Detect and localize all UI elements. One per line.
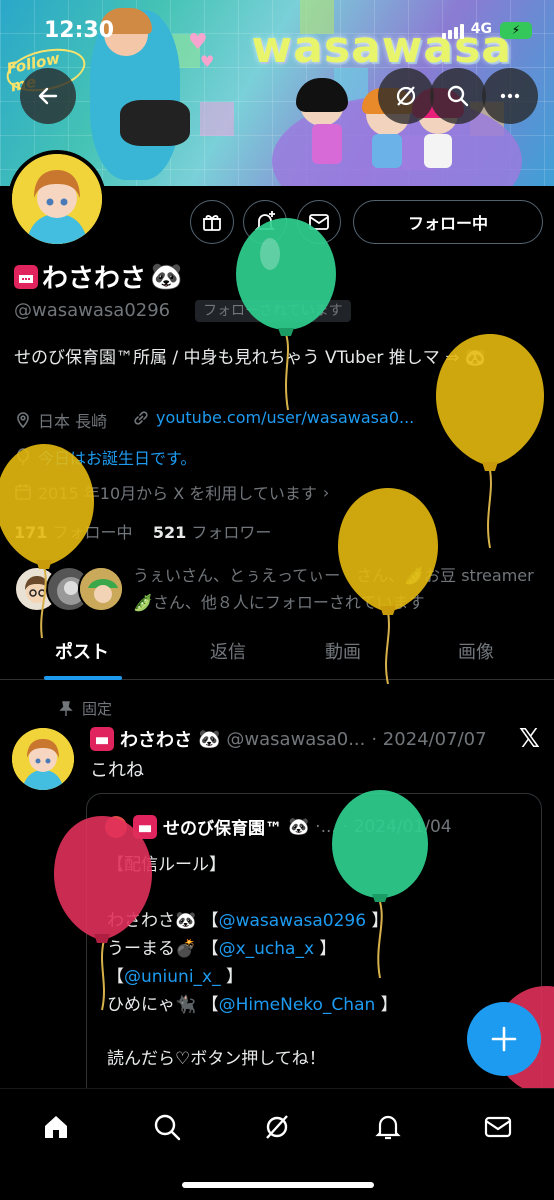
red-balloon [54,816,152,1011]
search-icon [447,85,469,107]
quote-line: 読んだら♡ボタン押してね！ [107,1044,326,1069]
yellow-balloon [436,334,544,549]
post-author-handle: @wasawasa0... [226,728,366,750]
gift-button[interactable] [190,200,234,244]
mail-icon [484,1116,512,1138]
chevron-right-icon: › [322,482,330,502]
post-avatar[interactable] [12,728,74,790]
nav-search[interactable] [147,1107,187,1147]
pinned-text: 固定 [82,700,113,718]
more-button[interactable] [482,68,538,124]
quoted-post[interactable]: せのび保育園™ 🐼 ·... · 2024/01/04 【配信ルール】 わさわさ… [86,793,542,1113]
following-button[interactable]: フォロー中 [353,200,543,244]
panda-emoji-icon: 🐼 [288,816,310,837]
nav-grok[interactable] [257,1107,297,1147]
grok-button[interactable] [378,68,434,124]
yellow-balloon [338,488,438,684]
status-bar: 12:30 4G ⚡ [0,0,554,62]
more-icon [500,93,520,99]
green-balloon [332,790,428,979]
quote-author-name: せのび保育園™ [163,819,282,839]
quote-line-text: 読んだら♡ボタン押してね！ [107,1049,326,1069]
followers-label: フォロワー [191,523,272,542]
location-text: 日本 長崎 [38,412,108,431]
location-pin-icon [17,412,29,429]
back-button[interactable] [20,68,76,124]
active-tab-indicator [44,676,122,680]
tab-media[interactable]: 画像 [458,638,494,664]
mention-link[interactable]: @HimeNeko_Chan [219,995,376,1015]
gift-icon [203,215,221,231]
quote-line-tail: 】 [220,967,244,987]
bell-icon [375,1115,401,1140]
nav-notifications[interactable] [368,1107,408,1147]
status-time: 12:30 [44,18,115,43]
post-author-name[interactable]: わさわさ [120,726,192,752]
back-arrow-icon [38,87,58,105]
battery-icon: ⚡ [500,22,532,39]
grok-icon [266,1115,288,1139]
home-indicator [182,1182,374,1188]
pinned-label: 固定 [58,698,112,719]
avatar-illustration [12,154,102,244]
followers-count: 521 [152,523,187,542]
followers-link[interactable]: 521 フォロワー [153,523,272,542]
panda-emoji-icon: 🐼 [198,728,221,750]
calendar-emoji-icon [14,264,38,289]
profile-handle: @wasawasa0296 [14,300,171,321]
profile-avatar[interactable] [8,150,106,248]
mention-link[interactable]: @x_ucha_x [219,939,314,959]
x-logo-icon: 𝕏 [519,724,540,754]
profile-name: わさわさ 🐼 [14,258,182,295]
signal-icon [442,24,464,39]
nav-messages[interactable] [478,1107,518,1147]
profile-location: 日本 長崎 [14,408,107,432]
home-icon [45,1116,67,1138]
search-button[interactable] [430,68,486,124]
profile-name-text: わさわさ [42,264,147,294]
green-balloon [236,218,336,411]
quote-line-tail: 】 [375,995,398,1015]
pin-icon [59,700,73,716]
yellow-balloon [0,444,94,639]
search-icon [154,1114,181,1141]
panda-emoji-icon: 🐼 [150,261,183,292]
nav-home[interactable] [36,1107,76,1147]
tab-posts[interactable]: ポスト [55,638,109,664]
network-type: 4G [470,21,492,37]
plus-icon [491,1026,517,1052]
post-text: これね [90,760,144,781]
grok-icon [396,86,416,106]
link-icon [134,410,148,425]
post-date: · 2024/07/07 [371,728,487,750]
post-header: わさわさ 🐼 @wasawasa0... · 2024/07/07 [90,726,487,752]
tab-replies[interactable]: 返信 [210,638,246,664]
compose-button[interactable] [467,1002,541,1076]
calendar-emoji-icon [90,727,114,751]
